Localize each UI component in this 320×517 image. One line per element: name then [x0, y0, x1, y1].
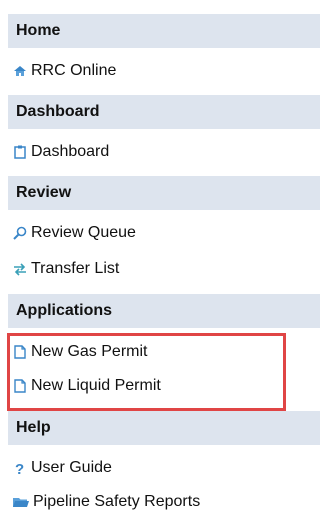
section-header-review: Review: [8, 176, 320, 210]
search-icon: [12, 225, 28, 241]
transfer-arrows-icon: [12, 261, 28, 277]
nav-item-dashboard[interactable]: Dashboard: [12, 137, 109, 167]
svg-text:?: ?: [15, 461, 24, 476]
nav-item-label: Review Queue: [31, 224, 136, 241]
home-icon: [12, 63, 28, 79]
nav-item-label: RRC Online: [31, 62, 117, 79]
folder-icon: [12, 494, 30, 510]
nav-item-label: Dashboard: [31, 143, 110, 160]
nav-item-review-queue[interactable]: Review Queue: [12, 218, 136, 248]
section-header-help: Help: [8, 411, 320, 445]
clipboard-icon: [12, 144, 28, 160]
nav-item-pipeline-safety-reports[interactable]: Pipeline Safety Reports: [12, 487, 200, 517]
section-header-dashboard: Dashboard: [8, 95, 320, 129]
sidebar-nav: Home RRC Online Dashboard Dashboard Revi…: [0, 0, 320, 517]
nav-item-new-gas-permit[interactable]: New Gas Permit: [12, 337, 147, 367]
nav-item-label: User Guide: [31, 459, 112, 476]
nav-item-user-guide[interactable]: ? User Guide: [12, 453, 112, 483]
nav-item-rrc-online[interactable]: RRC Online: [12, 56, 116, 86]
nav-item-new-liquid-permit[interactable]: New Liquid Permit: [12, 371, 161, 401]
nav-item-label: Pipeline Safety Reports: [33, 493, 201, 510]
section-header-home: Home: [8, 14, 320, 48]
document-icon: [12, 378, 28, 394]
nav-item-label: New Liquid Permit: [31, 377, 161, 394]
document-icon: [12, 344, 28, 360]
nav-item-label: New Gas Permit: [31, 343, 148, 360]
nav-item-label: Transfer List: [31, 260, 120, 277]
section-header-applications: Applications: [8, 294, 320, 328]
nav-item-transfer-list[interactable]: Transfer List: [12, 254, 119, 284]
question-icon: ?: [12, 460, 28, 476]
